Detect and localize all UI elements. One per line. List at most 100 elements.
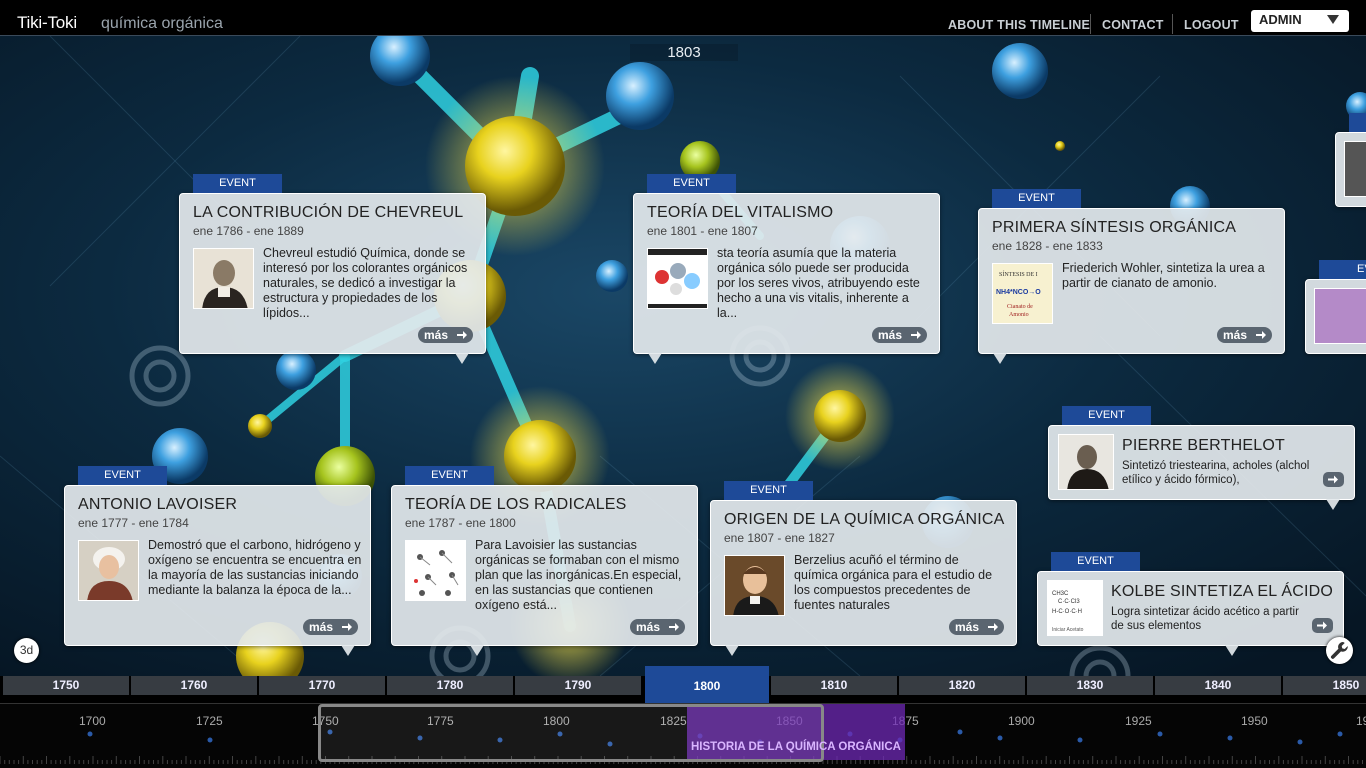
- card-pointer: [341, 645, 355, 656]
- contact-link[interactable]: CONTACT: [1102, 18, 1164, 32]
- timeline-navigator[interactable]: 1700172517501775180018251850187519001925…: [0, 703, 1366, 768]
- decade-label-1760[interactable]: 1760: [131, 676, 257, 695]
- event-card-chevreul[interactable]: EVENT LA CONTRIBUCIÓN DE CHEVREUL ene 17…: [179, 174, 486, 364]
- settings-wrench-button[interactable]: [1326, 637, 1353, 664]
- event-tag: [1349, 113, 1366, 132]
- chevron-down-icon: [1327, 15, 1339, 24]
- event-title[interactable]: ANTONIO LAVOISER: [78, 496, 237, 514]
- event-thumbnail-portrait[interactable]: [78, 540, 139, 601]
- nav-divider: [1172, 14, 1173, 34]
- event-card-vitalismo[interactable]: EVENT TEORÍA DEL VITALISMO ene 1801 - en…: [633, 174, 940, 364]
- event-card-radicales[interactable]: EVENT TEORÍA DE LOS RADICALES ene 1787 -…: [391, 466, 698, 656]
- navigator-viewport-handle[interactable]: [318, 704, 824, 762]
- card-pointer: [993, 353, 1007, 364]
- more-button[interactable]: [1323, 472, 1344, 487]
- more-button[interactable]: más: [872, 327, 927, 343]
- decade-label-1780[interactable]: 1780: [387, 676, 513, 695]
- card-pointer: [725, 645, 739, 656]
- event-tag: EVENT: [405, 466, 494, 485]
- timeline-title: química orgánica: [101, 15, 223, 32]
- event-tag: EVENT: [1062, 406, 1151, 425]
- decade-label-1830[interactable]: 1830: [1027, 676, 1153, 695]
- event-tag: EVENT: [724, 481, 813, 500]
- admin-dropdown[interactable]: ADMIN: [1251, 10, 1349, 32]
- more-button[interactable]: más: [1217, 327, 1272, 343]
- event-card-partial[interactable]: [1335, 113, 1366, 207]
- event-thumbnail-urea[interactable]: SÍNTESIS DE I NH4*NCO→O Cianato de Amoni…: [992, 263, 1053, 324]
- event-card-partial[interactable]: EVE: [1305, 260, 1366, 354]
- decade-label-1790[interactable]: 1790: [515, 676, 641, 695]
- navigator-year-label: 1950: [1241, 714, 1268, 728]
- event-tag: EVE: [1319, 260, 1366, 279]
- event-title[interactable]: TEORÍA DE LOS RADICALES: [405, 496, 627, 514]
- event-title[interactable]: PRIMERA SÍNTESIS ORGÁNICA: [992, 219, 1236, 237]
- decade-label-1770[interactable]: 1770: [259, 676, 385, 695]
- category-label: HISTORIA DE LA QUÍMICA ORGÁNICA: [691, 741, 901, 753]
- more-label: más: [424, 328, 449, 342]
- event-thumbnail-diagram[interactable]: CH3C C·C·Cl3 H-C·O·C·H Iniciar Acetato: [1047, 580, 1103, 636]
- more-button[interactable]: más: [303, 619, 358, 635]
- decade-label-1820[interactable]: 1820: [899, 676, 1025, 695]
- event-title[interactable]: ORIGEN DE LA QUÍMICA ORGÁNICA: [724, 511, 1005, 529]
- more-button[interactable]: más: [418, 327, 473, 343]
- event-description: sta teoría asumía que la materia orgánic…: [717, 246, 920, 320]
- event-date: ene 1807 - ene 1827: [724, 531, 835, 545]
- event-description: Chevreul estudió Química, donde se inter…: [263, 246, 468, 320]
- event-card-origen[interactable]: EVENT ORIGEN DE LA QUÍMICA ORGÁNICA ene …: [710, 481, 1017, 656]
- arrow-right-icon: [1256, 331, 1266, 339]
- event-card-primera-sintesis[interactable]: EVENT PRIMERA SÍNTESIS ORGÁNICA ene 1828…: [978, 189, 1285, 364]
- event-thumbnail-portrait[interactable]: [193, 248, 254, 309]
- event-title[interactable]: LA CONTRIBUCIÓN DE CHEVREUL: [193, 204, 463, 222]
- more-button[interactable]: más: [949, 619, 1004, 635]
- more-label: más: [1223, 328, 1248, 342]
- about-timeline-link[interactable]: ABOUT THIS TIMELINE: [948, 18, 1090, 32]
- event-title[interactable]: TEORÍA DEL VITALISMO: [647, 204, 833, 222]
- event-card-lavoisier[interactable]: EVENT ANTONIO LAVOISER ene 1777 - ene 17…: [64, 466, 371, 656]
- logout-link[interactable]: LOGOUT: [1184, 18, 1239, 32]
- event-thumbnail-diagram[interactable]: [405, 540, 466, 601]
- event-title[interactable]: PIERRE BERTHELOT: [1122, 437, 1285, 455]
- thumb-caption: Cianato de: [1007, 304, 1033, 310]
- event-card-kolbe[interactable]: EVENT CH3C C·C·Cl3 H-C·O·C·H Iniciar Ace…: [1037, 552, 1344, 656]
- arrow-right-icon: [342, 623, 352, 631]
- event-thumbnail-portrait[interactable]: [724, 555, 785, 616]
- decade-current[interactable]: 1800: [645, 666, 769, 703]
- card-pointer: [1326, 499, 1340, 510]
- more-button[interactable]: más: [630, 619, 685, 635]
- event-description: Sintetizó triestearina, acholes (alchol …: [1122, 460, 1310, 486]
- event-card-berthelot[interactable]: EVENT PIERRE BERTHELOT Sintetizó trieste…: [1048, 406, 1355, 510]
- view-3d-button[interactable]: 3d: [14, 638, 39, 663]
- decade-label-1810[interactable]: 1810: [771, 676, 897, 695]
- thumb-caption: Iniciar Acetato: [1052, 627, 1084, 633]
- event-thumbnail-photo[interactable]: [1314, 288, 1366, 344]
- decade-label-1840[interactable]: 1840: [1155, 676, 1281, 695]
- event-tag: EVENT: [1051, 552, 1140, 571]
- event-title[interactable]: KOLBE SINTETIZA EL ÁCIDO: [1111, 583, 1333, 601]
- more-button[interactable]: [1312, 618, 1333, 633]
- event-thumbnail-portrait[interactable]: [1058, 434, 1114, 490]
- wrench-icon: [1330, 642, 1348, 659]
- card-pointer: [648, 353, 662, 364]
- arrow-right-icon: [1328, 475, 1338, 484]
- event-description: Para Lavoisier las sustancias orgánicas …: [475, 538, 682, 612]
- event-thumbnail-molecule[interactable]: [647, 248, 708, 309]
- decade-label-1750[interactable]: 1750: [3, 676, 129, 695]
- thumb-caption: H-C·O·C·H: [1052, 609, 1082, 615]
- arrow-right-icon: [1317, 621, 1327, 630]
- thumb-caption: SÍNTESIS DE I: [999, 270, 1038, 278]
- decade-label-1850[interactable]: 1850: [1283, 676, 1366, 695]
- event-date: ene 1801 - ene 1807: [647, 224, 758, 238]
- arrow-right-icon: [669, 623, 679, 631]
- admin-dropdown-value: ADMIN: [1259, 12, 1302, 27]
- event-tag: EVENT: [193, 174, 282, 193]
- more-label: más: [309, 620, 334, 634]
- app-title[interactable]: Tiki-Toki: [17, 13, 77, 33]
- more-label: más: [878, 328, 903, 342]
- navigator-year-label: 1900: [1008, 714, 1035, 728]
- event-thumbnail-portrait[interactable]: [1344, 141, 1366, 197]
- navigator-year-label: 1725: [196, 714, 223, 728]
- card-pointer: [1225, 645, 1239, 656]
- more-label: más: [955, 620, 980, 634]
- navigator-year-label: 1700: [79, 714, 106, 728]
- thumb-caption: CH3C: [1052, 591, 1069, 597]
